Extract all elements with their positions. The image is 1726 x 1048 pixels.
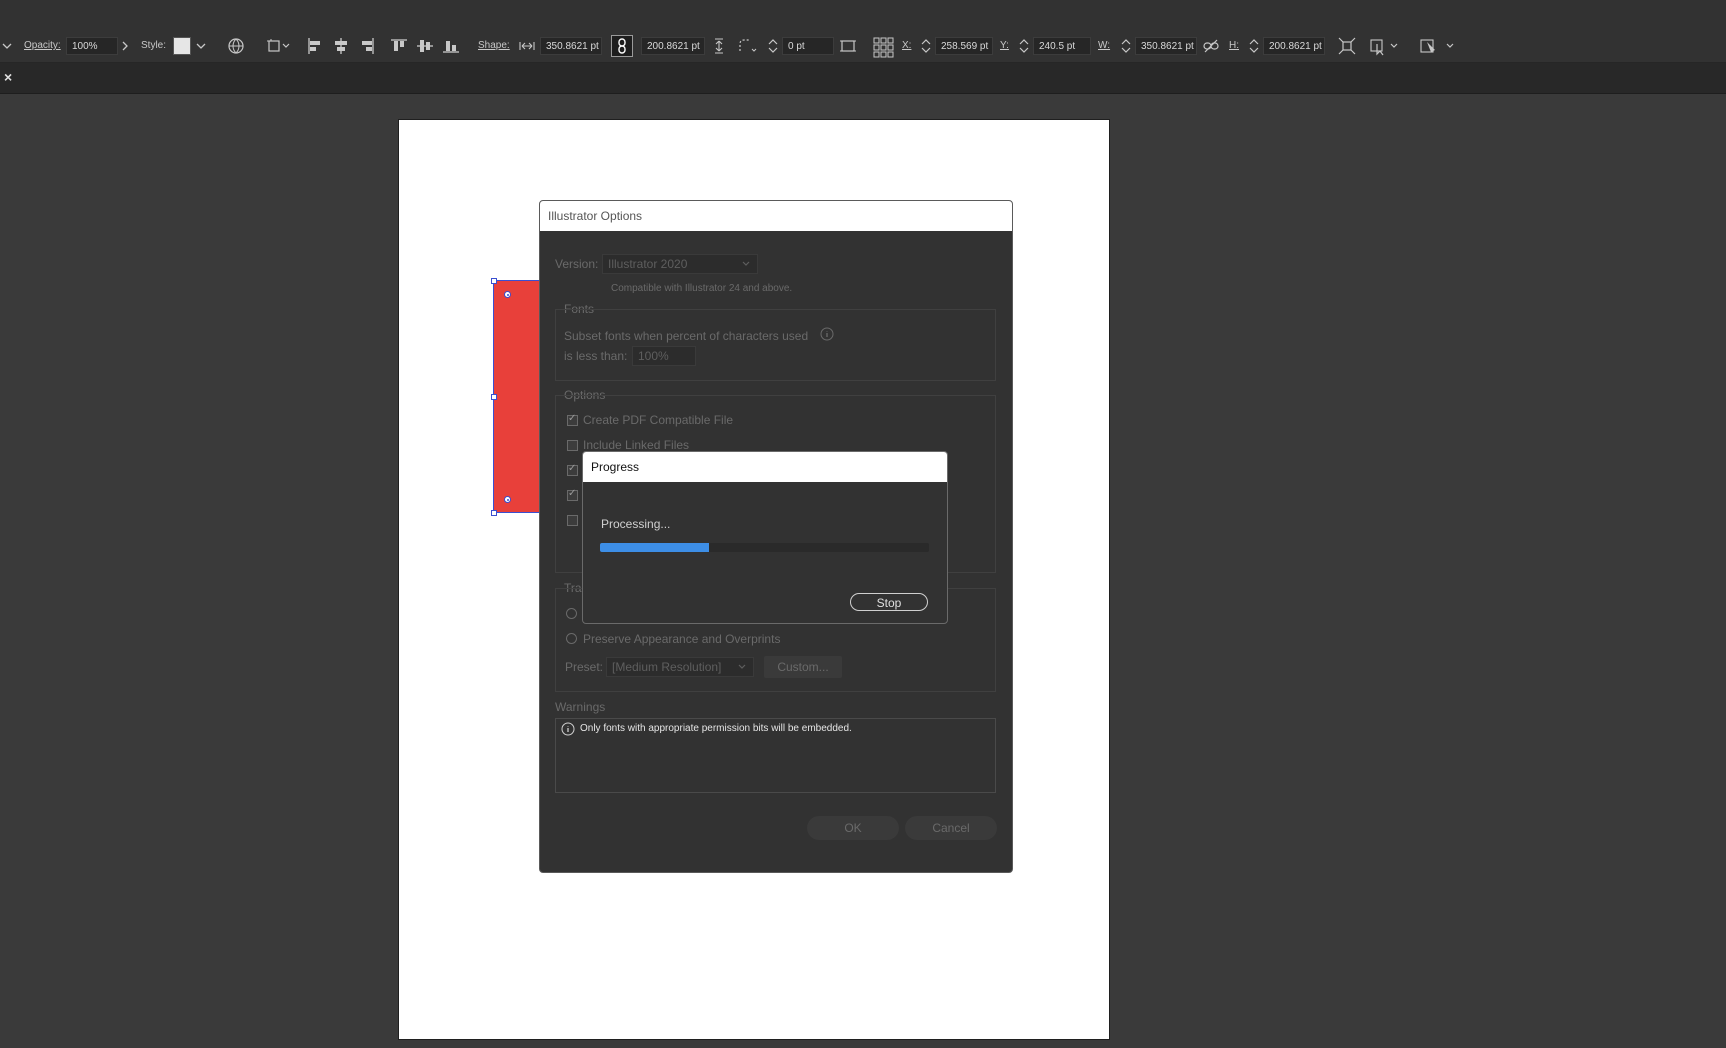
info-icon <box>820 327 834 346</box>
shape-label[interactable]: Shape: <box>478 37 510 55</box>
align-right-icon[interactable] <box>357 36 377 56</box>
progress-dialog: Progress Processing... Stop <box>582 451 948 624</box>
h-label[interactable]: H: <box>1229 37 1239 55</box>
corner-widget[interactable] <box>504 496 511 503</box>
preserve-appearance-radio[interactable] <box>566 633 577 644</box>
cancel-button[interactable]: Cancel <box>905 816 997 840</box>
subset-percent-field[interactable]: 100% <box>632 346 696 366</box>
subset-text-line1: Subset fonts when percent of characters … <box>564 329 809 343</box>
include-linked-checkbox[interactable] <box>567 440 578 451</box>
close-icon[interactable]: × <box>4 69 12 85</box>
recolor-icon[interactable] <box>1418 36 1458 56</box>
dialog-title: Illustrator Options <box>540 201 1012 231</box>
x-field[interactable]: 258.569 pt <box>935 37 993 55</box>
fonts-group <box>555 309 996 381</box>
corner-type-icon[interactable] <box>737 36 759 56</box>
corner-widget[interactable] <box>504 291 511 298</box>
progress-title: Progress <box>583 452 947 482</box>
compat-note: Compatible with Illustrator 24 and above… <box>611 283 793 294</box>
y-field[interactable]: 240.5 pt <box>1033 37 1091 55</box>
preset-value: [Medium Resolution] <box>612 660 722 674</box>
option-checkbox[interactable] <box>567 463 578 476</box>
w-field[interactable]: 350.8621 pt <box>1135 37 1197 55</box>
y-label[interactable]: Y: <box>1000 37 1009 55</box>
menu-bar <box>0 0 1726 31</box>
opacity-field[interactable]: 100% <box>66 37 118 55</box>
progress-bar-fill <box>600 543 709 552</box>
height-icon <box>710 36 728 56</box>
selection-handle[interactable] <box>491 278 497 284</box>
globe-icon[interactable] <box>226 36 246 56</box>
w-label[interactable]: W: <box>1098 37 1110 55</box>
corner-stepper-icon[interactable] <box>766 36 780 56</box>
align-left-icon[interactable] <box>305 36 325 56</box>
chevron-right-icon[interactable] <box>118 38 132 58</box>
warnings-label: Warnings <box>555 700 606 714</box>
progress-bar <box>600 543 929 552</box>
info-icon <box>561 722 575 741</box>
artboard-icon[interactable] <box>838 36 858 56</box>
reference-point-icon[interactable] <box>872 36 894 58</box>
version-select[interactable]: Illustrator 2020 <box>602 254 758 274</box>
control-bar: Opacity: 100% Style: Shape: 350.8621 pt … <box>0 30 1726 63</box>
stop-button[interactable]: Stop <box>850 593 928 611</box>
version-value: Illustrator 2020 <box>608 257 688 271</box>
width-icon <box>518 36 536 56</box>
chevron-down-icon[interactable] <box>194 38 208 58</box>
opacity-label[interactable]: Opacity: <box>24 37 61 55</box>
select-similar-icon[interactable] <box>1368 36 1402 56</box>
document-tab-bar: × <box>0 63 1726 94</box>
selection-handle[interactable] <box>491 394 497 400</box>
align-vcenter-icon[interactable] <box>415 36 435 56</box>
preserve-appearance-label: Preserve Appearance and Overprints <box>583 632 781 646</box>
include-linked-label: Include Linked Files <box>583 438 690 452</box>
create-pdf-checkbox[interactable] <box>567 413 578 426</box>
chevron-down-icon[interactable] <box>0 38 14 58</box>
y-stepper-icon[interactable] <box>1017 36 1031 56</box>
chevron-down-icon <box>737 659 747 680</box>
preserve-paths-radio[interactable] <box>566 608 577 619</box>
shape-width-field[interactable]: 350.8621 pt <box>540 37 602 55</box>
style-swatch[interactable] <box>173 37 191 55</box>
transform-icon[interactable] <box>266 36 292 56</box>
warning-text: Only fonts with appropriate permission b… <box>580 723 852 734</box>
shape-height-field[interactable]: 200.8621 pt <box>641 37 705 55</box>
subset-text-line2: is less than: <box>564 349 628 363</box>
version-label: Version: <box>555 257 599 271</box>
create-pdf-label: Create PDF Compatible File <box>583 413 734 427</box>
x-stepper-icon[interactable] <box>919 36 933 56</box>
align-hcenter-icon[interactable] <box>331 36 351 56</box>
ok-button[interactable]: OK <box>807 816 899 840</box>
selected-rectangle[interactable] <box>493 280 541 513</box>
corner-radius-field[interactable]: 0 pt <box>782 37 834 55</box>
h-field[interactable]: 200.8621 pt <box>1263 37 1325 55</box>
preset-select[interactable]: [Medium Resolution] <box>606 657 754 677</box>
x-label[interactable]: X: <box>902 37 911 55</box>
preset-label: Preset: <box>565 660 604 674</box>
progress-status: Processing... <box>601 517 671 531</box>
style-label: Style: <box>141 40 167 51</box>
align-bottom-icon[interactable] <box>441 36 461 56</box>
option-checkbox[interactable] <box>567 515 578 526</box>
isolate-icon[interactable] <box>1337 36 1357 56</box>
option-checkbox[interactable] <box>567 488 578 501</box>
unlink-icon[interactable] <box>1201 36 1221 56</box>
custom-button[interactable]: Custom... <box>764 656 842 678</box>
h-stepper-icon[interactable] <box>1247 36 1261 56</box>
w-stepper-icon[interactable] <box>1119 36 1133 56</box>
chevron-down-icon <box>741 256 751 277</box>
constrain-link-icon[interactable] <box>611 35 633 57</box>
align-top-icon[interactable] <box>389 36 409 56</box>
selection-handle[interactable] <box>491 510 497 516</box>
